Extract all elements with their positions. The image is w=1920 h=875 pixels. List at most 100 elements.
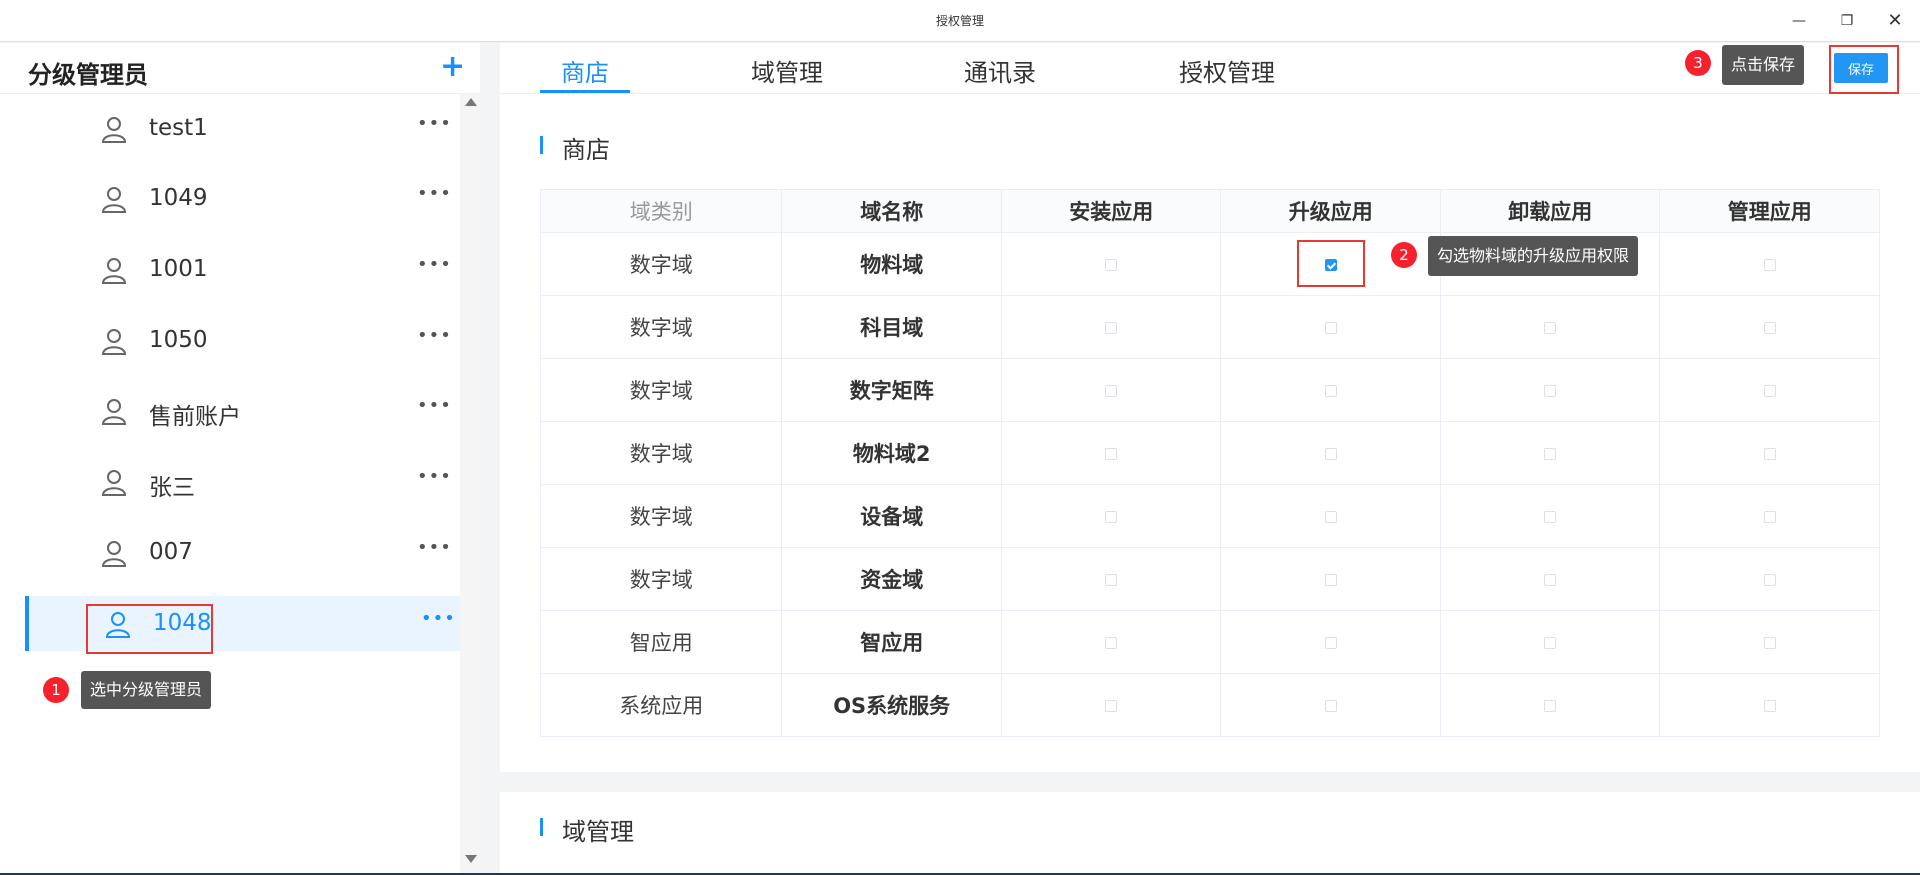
sidebar-item-admin[interactable]: 1049 ••• xyxy=(25,171,461,226)
uninstall-checkbox[interactable] xyxy=(1544,700,1557,712)
sidebar-title: 分级管理员 xyxy=(28,61,148,89)
step-badge-3: 3 xyxy=(1685,50,1711,76)
cell-uninstall xyxy=(1439,358,1661,422)
cell-domain-name: 资金域 xyxy=(781,547,1002,611)
manage-checkbox[interactable] xyxy=(1763,385,1776,397)
cell-manage xyxy=(1659,484,1880,548)
domain-section: 域管理 xyxy=(500,792,1920,875)
cell-manage xyxy=(1659,295,1880,359)
cell-domain-name: 智应用 xyxy=(781,610,1002,674)
cell-manage xyxy=(1659,610,1880,674)
install-checkbox[interactable] xyxy=(1105,700,1118,712)
cell-category: 数字域 xyxy=(539,547,783,611)
manage-checkbox[interactable] xyxy=(1763,700,1776,712)
tooltip-step-3: 点击保存 xyxy=(1722,45,1805,85)
install-checkbox[interactable] xyxy=(1105,385,1118,397)
upgrade-checkbox[interactable] xyxy=(1324,574,1337,586)
user-icon xyxy=(101,329,127,355)
cell-install xyxy=(1000,358,1222,422)
col-manage: 管理应用 xyxy=(1659,189,1880,233)
sidebar: 分级管理员 + test1 ••• 1049 ••• 1001 ••• 1050 ••• 售前账… xyxy=(0,43,480,875)
domain-section-title-text: 域管理 xyxy=(562,818,634,846)
manage-checkbox[interactable] xyxy=(1763,574,1776,586)
uninstall-checkbox[interactable] xyxy=(1544,385,1557,397)
cell-category: 智应用 xyxy=(539,610,783,674)
more-options-icon[interactable]: ••• xyxy=(417,395,452,416)
manage-checkbox[interactable] xyxy=(1763,322,1776,334)
scroll-up-icon[interactable] xyxy=(465,98,477,106)
tab-store[interactable]: 商店 xyxy=(561,53,609,88)
tab-authorization[interactable]: 授权管理 xyxy=(1179,53,1275,88)
cell-uninstall xyxy=(1439,547,1661,611)
upgrade-checkbox[interactable] xyxy=(1324,448,1337,460)
add-admin-button[interactable]: + xyxy=(440,49,465,84)
table-row: 数字域 物料域 xyxy=(539,232,1880,296)
manage-checkbox[interactable] xyxy=(1763,259,1776,271)
more-options-icon[interactable]: ••• xyxy=(417,466,452,487)
cell-manage xyxy=(1659,232,1880,296)
upgrade-checkbox[interactable] xyxy=(1324,700,1337,712)
user-icon xyxy=(101,117,127,143)
active-tab-indicator xyxy=(540,90,630,93)
col-install: 安装应用 xyxy=(1000,189,1222,233)
tab-domain-management[interactable]: 域管理 xyxy=(751,53,823,88)
more-options-icon[interactable]: ••• xyxy=(417,183,452,204)
sidebar-header: 分级管理员 + xyxy=(0,43,480,94)
install-checkbox[interactable] xyxy=(1105,574,1118,586)
manage-checkbox[interactable] xyxy=(1763,448,1776,460)
upgrade-checkbox[interactable] xyxy=(1324,637,1337,649)
upgrade-checkbox[interactable] xyxy=(1324,322,1337,334)
user-icon xyxy=(101,541,127,567)
highlight-upgrade-checkbox xyxy=(1297,240,1365,287)
install-checkbox[interactable] xyxy=(1105,511,1118,523)
more-options-icon[interactable]: ••• xyxy=(421,608,456,629)
highlight-selected-admin xyxy=(86,604,213,654)
install-checkbox[interactable] xyxy=(1105,322,1118,334)
tab-contacts[interactable]: 通讯录 xyxy=(964,53,1036,88)
sidebar-item-admin[interactable]: test1 ••• xyxy=(25,101,461,156)
uninstall-checkbox[interactable] xyxy=(1544,448,1557,460)
step-badge-1: 1 xyxy=(43,677,69,703)
sidebar-item-admin[interactable]: 售前账户 ••• xyxy=(25,383,461,438)
uninstall-checkbox[interactable] xyxy=(1544,322,1557,334)
more-options-icon[interactable]: ••• xyxy=(417,325,452,346)
uninstall-checkbox[interactable] xyxy=(1544,511,1557,523)
uninstall-checkbox[interactable] xyxy=(1544,574,1557,586)
cell-category: 系统应用 xyxy=(539,673,783,737)
cell-upgrade xyxy=(1220,358,1441,422)
table-row: 系统应用 OS系统服务 xyxy=(539,673,1880,737)
sidebar-item-admin[interactable]: 1001 ••• xyxy=(25,242,461,297)
install-checkbox[interactable] xyxy=(1105,637,1118,649)
install-checkbox[interactable] xyxy=(1105,259,1118,271)
more-options-icon[interactable]: ••• xyxy=(417,113,452,134)
uninstall-checkbox[interactable] xyxy=(1544,637,1557,649)
cell-uninstall xyxy=(1439,484,1661,548)
domain-section-title: 域管理 xyxy=(540,812,634,847)
upgrade-checkbox[interactable] xyxy=(1324,511,1337,523)
cell-domain-name: 物料域 xyxy=(781,232,1002,296)
more-options-icon[interactable]: ••• xyxy=(417,254,452,275)
user-icon xyxy=(101,399,127,425)
admin-name: 1049 xyxy=(149,185,208,211)
store-section-title-text: 商店 xyxy=(562,136,610,164)
restore-icon[interactable]: ❐ xyxy=(1836,10,1858,32)
sidebar-scrollbar[interactable] xyxy=(460,93,480,875)
cell-upgrade xyxy=(1220,610,1441,674)
manage-checkbox[interactable] xyxy=(1763,637,1776,649)
cell-upgrade xyxy=(1220,673,1441,737)
sidebar-item-admin[interactable]: 张三 ••• xyxy=(25,454,461,509)
cell-upgrade xyxy=(1220,421,1441,485)
user-icon xyxy=(101,258,127,284)
sidebar-item-admin[interactable]: 007 ••• xyxy=(25,525,461,580)
table-row: 数字域 资金域 xyxy=(539,547,1880,611)
sidebar-item-admin[interactable]: 1050 ••• xyxy=(25,313,461,368)
close-icon[interactable]: ✕ xyxy=(1884,10,1906,32)
cell-install xyxy=(1000,295,1222,359)
scroll-down-icon[interactable] xyxy=(465,855,477,863)
more-options-icon[interactable]: ••• xyxy=(417,537,452,558)
minimize-icon[interactable]: — xyxy=(1788,10,1810,32)
install-checkbox[interactable] xyxy=(1105,448,1118,460)
manage-checkbox[interactable] xyxy=(1763,511,1776,523)
cell-domain-name: 物料域2 xyxy=(781,421,1002,485)
upgrade-checkbox[interactable] xyxy=(1324,385,1337,397)
